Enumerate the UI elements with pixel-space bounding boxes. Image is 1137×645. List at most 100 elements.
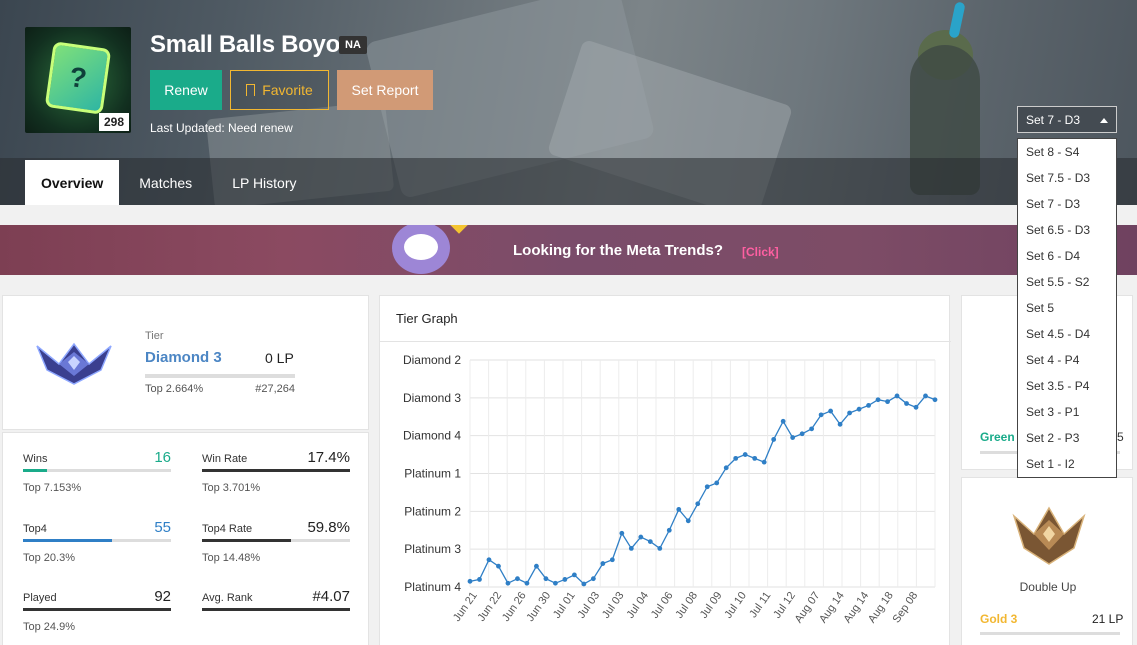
side-tier-value: 5 bbox=[1117, 430, 1124, 444]
tier-data-point bbox=[742, 452, 748, 457]
tier-data-point bbox=[619, 530, 625, 536]
stat-bar-fill bbox=[202, 608, 350, 611]
set-option[interactable]: Set 7.5 - D3 bbox=[1018, 165, 1116, 191]
y-tick-label: Diamond 2 bbox=[403, 353, 461, 367]
y-tick-label: Platinum 2 bbox=[404, 504, 461, 518]
tier-data-point bbox=[638, 534, 644, 540]
last-updated-text: Last Updated: Need renew bbox=[150, 121, 293, 135]
stat-bar-fill bbox=[23, 469, 47, 472]
double-up-tier: Gold 3 bbox=[980, 612, 1018, 626]
stat-value: 55 bbox=[154, 519, 171, 536]
stat-value: 16 bbox=[154, 449, 171, 466]
tier-data-point bbox=[524, 580, 530, 586]
set-option[interactable]: Set 3 - P1 bbox=[1018, 399, 1116, 425]
tier-data-point bbox=[486, 557, 492, 563]
stats-card: Wins 16 Top 7.153% Win Rate 17.4% Top 3.… bbox=[2, 432, 369, 645]
tier-data-point bbox=[534, 563, 539, 569]
tier-data-point bbox=[818, 412, 824, 418]
tier-line-chart: Platinum 4 Platinum 3 Platinum 2 Platinum 1… bbox=[403, 353, 938, 625]
set-option[interactable]: Set 8 - S4 bbox=[1018, 139, 1116, 165]
meta-trends-banner[interactable]: Looking for the Meta Trends? [Click] bbox=[0, 225, 1137, 275]
tier-data-point bbox=[543, 576, 549, 582]
set-option[interactable]: Set 6 - D4 bbox=[1018, 243, 1116, 269]
stat-label: Win Rate bbox=[202, 453, 248, 465]
tier-data-point bbox=[581, 581, 587, 587]
stat-bar bbox=[23, 469, 171, 472]
tier-data-point bbox=[496, 563, 501, 569]
renew-button[interactable]: Renew bbox=[150, 70, 222, 110]
tier-data-point bbox=[515, 576, 520, 582]
tier-data-point bbox=[571, 572, 577, 578]
set-option[interactable]: Set 3.5 - P4 bbox=[1018, 373, 1116, 399]
set-option[interactable]: Set 5 bbox=[1018, 295, 1116, 321]
x-tick-label: Jun 30 bbox=[524, 590, 553, 624]
tier-data-point bbox=[600, 561, 606, 566]
tier-progress-bar bbox=[145, 374, 295, 378]
x-tick-label: Jun 21 bbox=[451, 590, 480, 624]
set-option[interactable]: Set 7 - D3 bbox=[1018, 191, 1116, 217]
tier-data-point bbox=[752, 455, 758, 461]
tier-data-point bbox=[809, 426, 815, 432]
tier-data-point bbox=[780, 418, 786, 424]
stat-bar bbox=[23, 539, 171, 542]
x-tick-label: Jul 11 bbox=[747, 590, 773, 620]
tier-data-point bbox=[666, 527, 672, 533]
bookmark-icon bbox=[246, 84, 256, 96]
x-tick-label: Jul 03 bbox=[600, 590, 627, 621]
stat-bar bbox=[202, 539, 350, 542]
x-tick-label: Sep 08 bbox=[890, 590, 920, 625]
stat-label: Played bbox=[23, 592, 57, 604]
stat-bar-fill bbox=[23, 539, 112, 542]
tier-data-point bbox=[590, 576, 596, 582]
tab-lp-history[interactable]: LP History bbox=[212, 160, 316, 205]
x-tick-label: Jun 26 bbox=[500, 590, 529, 624]
tab-overview[interactable]: Overview bbox=[25, 160, 120, 205]
tier-data-point bbox=[904, 401, 909, 406]
tier-data-point bbox=[704, 484, 710, 490]
set-report-button[interactable]: Set Report bbox=[337, 70, 433, 110]
background-character bbox=[948, 1, 966, 39]
mascot-image bbox=[380, 225, 472, 275]
stat-bar bbox=[23, 608, 171, 611]
set-option[interactable]: Set 4 - P4 bbox=[1018, 347, 1116, 373]
tier-data-point bbox=[790, 435, 796, 440]
x-tick-label: Jul 06 bbox=[649, 590, 676, 621]
y-tick-label: Platinum 4 bbox=[404, 580, 461, 594]
stat-value: 92 bbox=[154, 588, 171, 605]
set-option[interactable]: Set 6.5 - D3 bbox=[1018, 217, 1116, 243]
tier-data-point bbox=[847, 410, 852, 416]
tier-data-point bbox=[913, 404, 919, 410]
tier-data-point bbox=[828, 408, 834, 414]
tier-lp: 0 LP bbox=[265, 350, 294, 366]
tier-data-point bbox=[885, 399, 890, 405]
tier-top-percent: Top 2.664% bbox=[145, 383, 204, 395]
stat-bar bbox=[202, 608, 350, 611]
stat-bar bbox=[202, 469, 350, 472]
tier-ranking: #27,264 bbox=[255, 383, 295, 395]
x-tick-label: Jul 08 bbox=[673, 590, 700, 621]
set-option[interactable]: Set 5.5 - S2 bbox=[1018, 269, 1116, 295]
graph-title: Tier Graph bbox=[396, 311, 458, 326]
set-selector[interactable]: Set 7 - D3 bbox=[1017, 106, 1117, 133]
stat-value: 59.8% bbox=[307, 519, 350, 536]
banner-click-link[interactable]: [Click] bbox=[742, 245, 779, 259]
tab-matches[interactable]: Matches bbox=[119, 160, 212, 205]
set-selector-value: Set 7 - D3 bbox=[1026, 112, 1081, 127]
set-option[interactable]: Set 1 - I2 bbox=[1018, 451, 1116, 477]
favorite-button[interactable]: Favorite bbox=[230, 70, 329, 110]
summoner-name: Small Balls Boyo bbox=[150, 31, 340, 58]
gold-emblem-icon bbox=[1012, 506, 1086, 565]
tier-data-point bbox=[685, 518, 691, 524]
tier-data-point bbox=[467, 578, 473, 584]
stat-label: Top4 Rate bbox=[202, 523, 253, 535]
tier-label: Tier bbox=[145, 330, 164, 342]
stat-bar-fill bbox=[23, 608, 171, 611]
stat-label: Wins bbox=[23, 453, 48, 465]
x-tick-label: Jul 03 bbox=[575, 590, 602, 621]
double-up-lp: 21 LP bbox=[1092, 612, 1124, 626]
set-option[interactable]: Set 4.5 - D4 bbox=[1018, 321, 1116, 347]
stat-label: Avg. Rank bbox=[202, 592, 253, 604]
set-option[interactable]: Set 2 - P3 bbox=[1018, 425, 1116, 451]
y-tick-label: Platinum 3 bbox=[404, 542, 461, 556]
tier-data-point bbox=[553, 580, 558, 586]
